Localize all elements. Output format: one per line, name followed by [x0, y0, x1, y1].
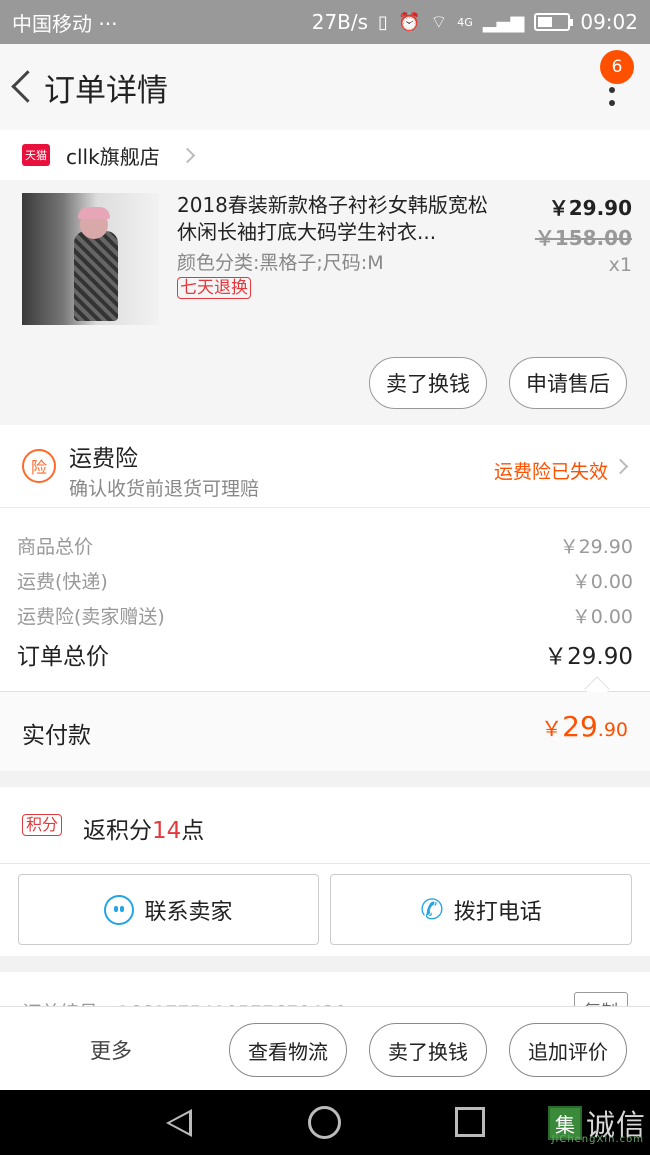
summary-label: 运费(快递) [17, 571, 108, 593]
clock: 09:02 [580, 10, 638, 34]
status-bar: 中国移动 ··· 27B/s ▯ ⏰ ⌔ 4G ▂▄▆ 09:02 [0, 0, 650, 44]
insurance-icon: 险 [22, 449, 56, 483]
nav-back-icon[interactable] [166, 1109, 192, 1137]
insurance-status: 运费险已失效 [493, 461, 608, 483]
product-quantity: x1 [608, 254, 632, 276]
signal-type: 4G [457, 15, 473, 29]
system-nav-bar: 集 诚信 JiChengXin.com [0, 1090, 650, 1155]
summary-row: 商品总价 ￥29.90 [17, 532, 633, 559]
summary-label: 商品总价 [17, 536, 94, 558]
vibrate-icon: ▯ [378, 11, 388, 33]
top-header: 订单详情 6 [0, 44, 650, 130]
more-button[interactable]: 更多 [90, 1035, 132, 1065]
nav-home-icon[interactable] [308, 1106, 341, 1139]
insurance-subtitle: 确认收货前退货可理赔 [69, 478, 260, 500]
contact-seller-button[interactable]: 联系卖家 [18, 874, 319, 945]
battery-icon [534, 13, 574, 31]
chevron-right-icon [612, 458, 629, 475]
notification-badge: 6 [600, 50, 634, 84]
after-sale-button[interactable]: 申请售后 [509, 357, 627, 409]
actual-payment-row: 实付款 ￥29.90 [0, 692, 650, 771]
battery-fill [538, 17, 553, 27]
insurance-title: 运费险 [69, 446, 138, 472]
summary-value: ￥0.00 [571, 571, 633, 593]
actual-payment-label: 实付款 [22, 723, 91, 749]
bottom-action-bar: 更多 查看物流 卖了换钱 追加评价 [0, 1006, 650, 1090]
chevron-right-icon [179, 147, 195, 163]
chat-icon [104, 894, 135, 925]
carrier-name: 中国移动 ··· [12, 11, 118, 36]
shop-row[interactable]: 天猫 cllk旗舰店 [0, 130, 650, 180]
summary-row: 运费险(卖家赠送) ￥0.00 [17, 602, 633, 629]
page-title: 订单详情 [44, 72, 168, 109]
sell-item-button[interactable]: 卖了换钱 [369, 357, 487, 409]
add-review-button[interactable]: 追加评价 [509, 1023, 627, 1077]
points-badge: 积分 [22, 814, 63, 836]
tmall-logo-icon: 天猫 [22, 144, 50, 166]
reward-points-row: 积分 返积分14点 [0, 787, 650, 864]
sell-item-button[interactable]: 卖了换钱 [369, 1023, 487, 1077]
watermark-url: JiChengXin.com [551, 1134, 644, 1145]
product-original-price: ￥158.00 [534, 226, 632, 250]
call-phone-button[interactable]: ✆ 拨打电话 [330, 874, 632, 945]
wifi-icon: ⌔ [430, 11, 448, 33]
points-text: 返积分14点 [83, 818, 205, 844]
order-total-value: ￥29.90 [544, 644, 633, 670]
net-speed: 27B/s [311, 10, 369, 34]
alarm-icon: ⏰ [397, 11, 421, 33]
order-total-label: 订单总价 [17, 644, 109, 670]
summary-value: ￥29.90 [559, 536, 633, 558]
price-summary: 商品总价 ￥29.90 运费(快递) ￥0.00 运费险(卖家赠送) ￥0.00… [0, 508, 650, 702]
shipping-insurance-row[interactable]: 险 运费险 确认收货前退货可理赔 运费险已失效 [0, 425, 650, 508]
return-policy-badge: 七天退换 [177, 277, 251, 299]
product-title: 2018春装新款格子衬衫女韩版宽松休闲长袖打底大码学生衬衣... [177, 193, 488, 244]
contact-section: 联系卖家 ✆ 拨打电话 [0, 864, 650, 956]
order-total-row: 订单总价 ￥29.90 [17, 637, 633, 671]
nav-recents-icon[interactable] [455, 1107, 485, 1137]
summary-label: 运费险(卖家赠送) [17, 606, 165, 628]
phone-icon: ✆ [420, 893, 444, 925]
shop-name: cllk旗舰店 [66, 144, 160, 169]
product-thumbnail[interactable] [22, 193, 159, 325]
summary-row: 运费(快递) ￥0.00 [17, 567, 633, 594]
view-logistics-button[interactable]: 查看物流 [229, 1023, 347, 1077]
back-button[interactable] [4, 44, 44, 130]
product-item[interactable]: 2018春装新款格子衬衫女韩版宽松休闲长袖打底大码学生衬衣... 颜色分类:黑格… [0, 180, 650, 425]
product-sku: 颜色分类:黑格子;尺码:M [177, 252, 384, 274]
summary-value: ￥0.00 [571, 606, 633, 628]
product-price: ￥29.90 [548, 196, 632, 220]
signal-icon: ▂▄▆ [482, 11, 525, 33]
actual-payment-amount: ￥29.90 [541, 710, 628, 743]
status-icons: 27B/s ▯ ⏰ ⌔ 4G ▂▄▆ 09:02 [312, 10, 638, 34]
